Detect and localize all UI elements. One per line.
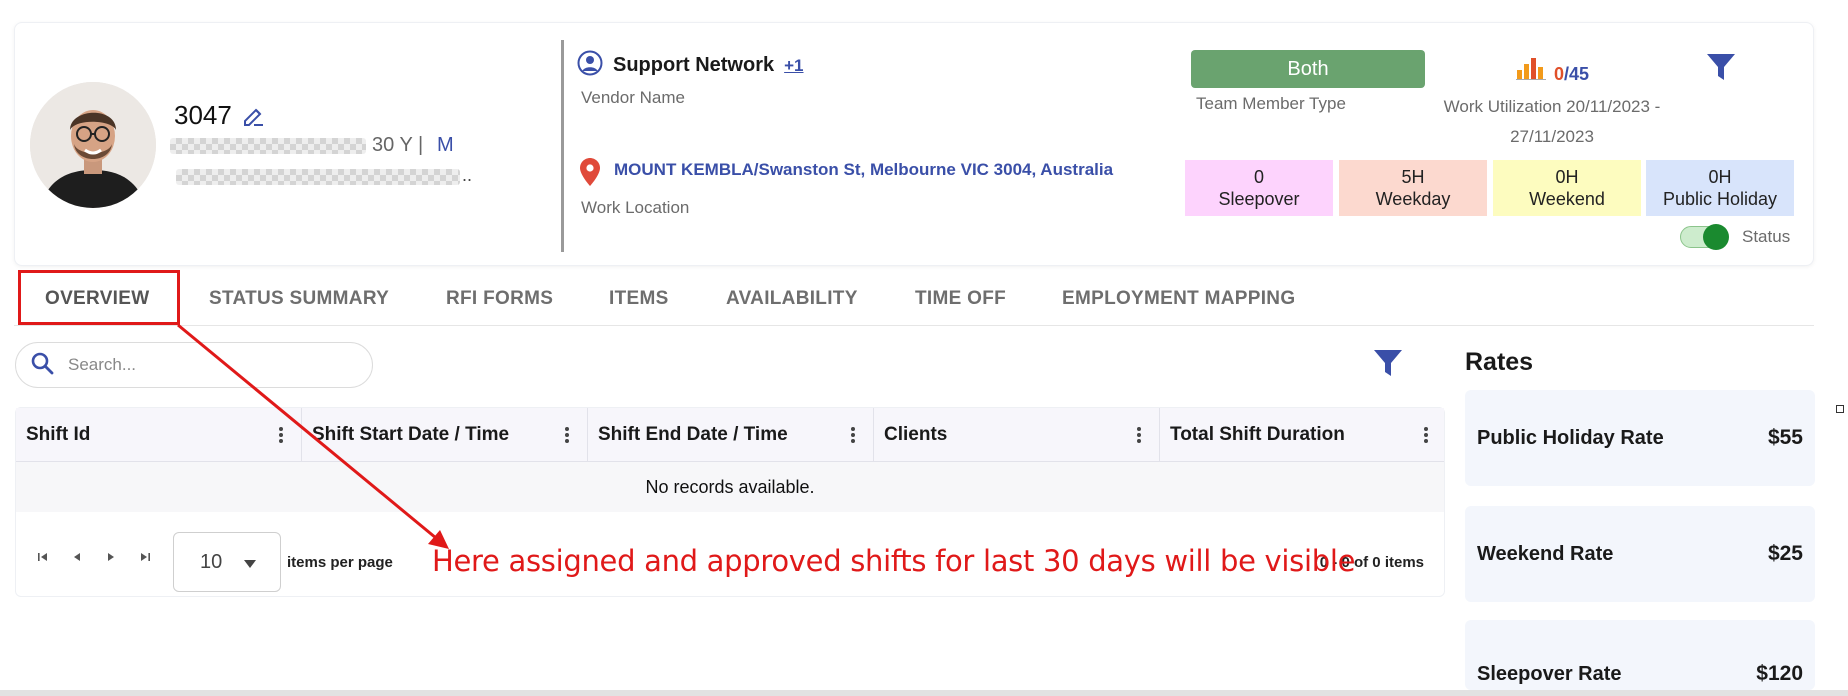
rates-title: Rates — [1465, 348, 1534, 376]
annotation-text: Here assigned and approved shifts for la… — [432, 544, 1356, 578]
rate-card-weekend: Weekend Rate $25 — [1465, 506, 1815, 602]
rate-label: Weekend Rate — [1477, 542, 1614, 565]
rate-label: Public Holiday Rate — [1477, 426, 1664, 449]
rate-value: $25 — [1767, 542, 1803, 565]
rate-value: $55 — [1767, 426, 1803, 449]
rate-card-sleepover: Sleepover Rate $120 — [1465, 620, 1815, 690]
rate-value: $120 — [1756, 662, 1803, 685]
rate-label: Sleepover Rate — [1477, 663, 1622, 685]
rate-card-public-holiday: Public Holiday Rate $55 — [1465, 390, 1815, 486]
horizontal-scrollbar[interactable] — [0, 690, 1848, 696]
